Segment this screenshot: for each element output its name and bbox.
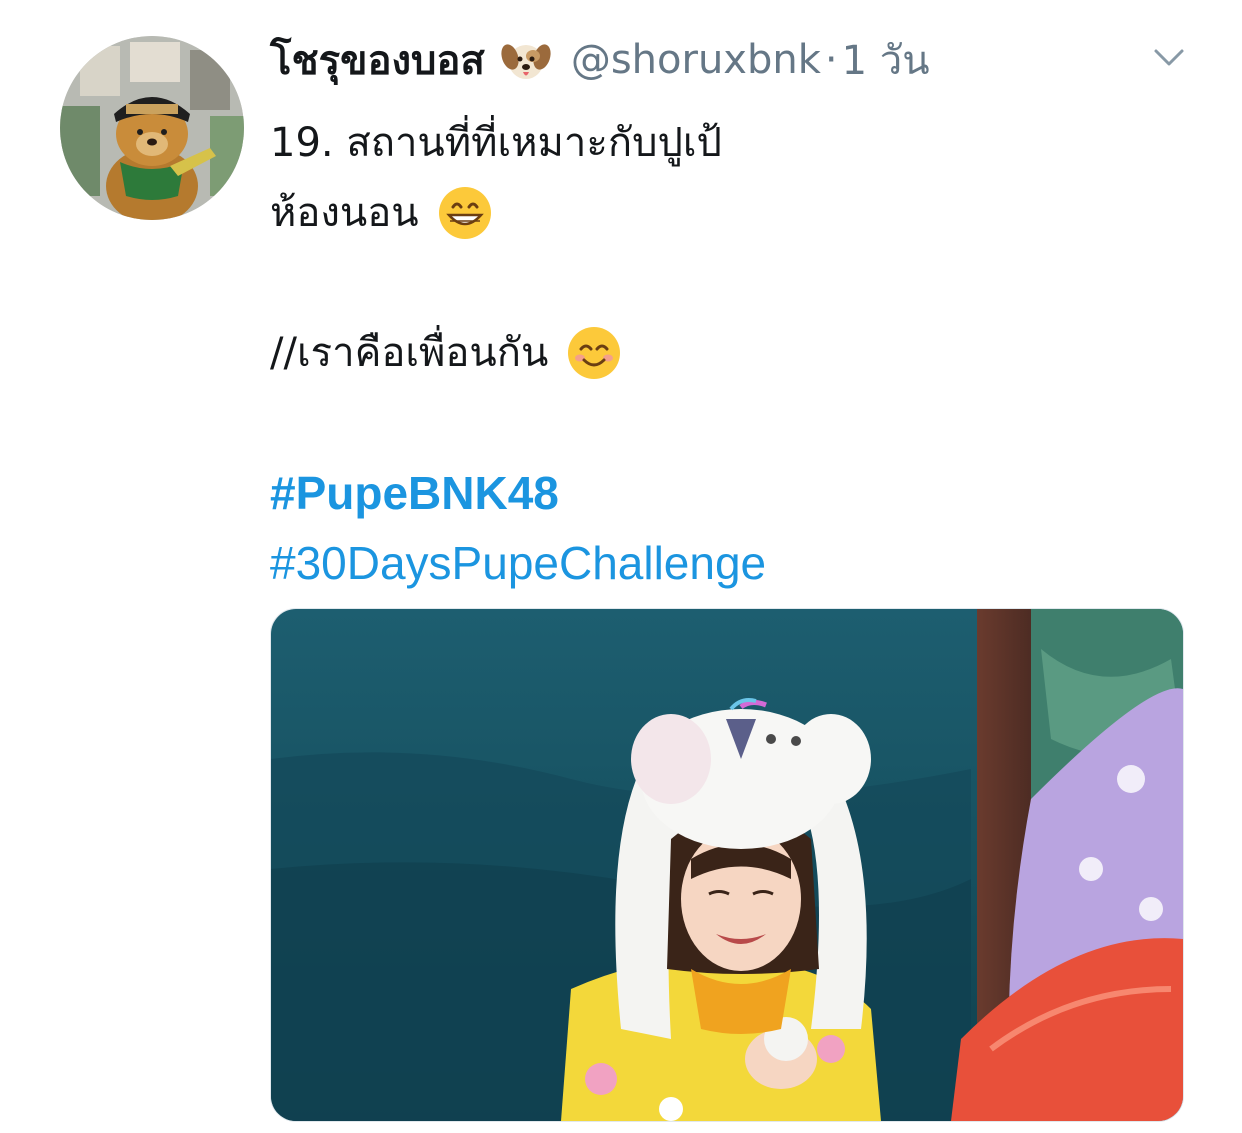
smiling-face-emoji-icon bbox=[566, 325, 622, 381]
timestamp[interactable]: 1 วัน bbox=[842, 28, 930, 92]
hashtag-line: #PupeBNK48 bbox=[270, 458, 766, 528]
text-line: 19. สถานที่ที่เหมาะกับปูเป้ bbox=[270, 108, 766, 178]
user-handle[interactable]: @shoruxbnk bbox=[571, 37, 821, 83]
separator-dot: · bbox=[824, 37, 838, 83]
hashtag-30dayspupechallenge[interactable]: #30DaysPupeChallenge bbox=[270, 528, 766, 598]
text-line: ห้องนอน bbox=[270, 178, 766, 248]
grinning-face-emoji-icon bbox=[437, 185, 493, 241]
avatar-image bbox=[60, 36, 244, 220]
avatar[interactable] bbox=[60, 36, 244, 220]
text-line-2: ห้องนอน bbox=[270, 190, 419, 236]
text-line-1: 19. สถานที่ที่เหมาะกับปูเป้ bbox=[270, 120, 722, 166]
hashtag-pupebnk48[interactable]: #PupeBNK48 bbox=[270, 458, 559, 528]
display-name[interactable]: โชรุของบอส bbox=[270, 28, 485, 92]
dog-face-emoji-icon bbox=[501, 35, 551, 85]
photo-image bbox=[271, 609, 1183, 1121]
text-line: //เราคือเพื่อนกัน bbox=[270, 318, 766, 388]
tweet-text: 19. สถานที่ที่เหมาะกับปูเป้ ห้องนอน //เร… bbox=[270, 108, 766, 598]
hashtag-line: #30DaysPupeChallenge bbox=[270, 528, 766, 598]
tweet-card[interactable]: โชรุของบอส @shoruxbnk · 1 วัน 19. สถานที… bbox=[0, 0, 1242, 1133]
text-line-3: //เราคือเพื่อนกัน bbox=[270, 330, 549, 376]
tweet-header: โชรุของบอส @shoruxbnk · 1 วัน bbox=[270, 32, 930, 88]
chevron-down-icon[interactable] bbox=[1150, 42, 1188, 72]
tweet-photo[interactable] bbox=[270, 608, 1184, 1122]
